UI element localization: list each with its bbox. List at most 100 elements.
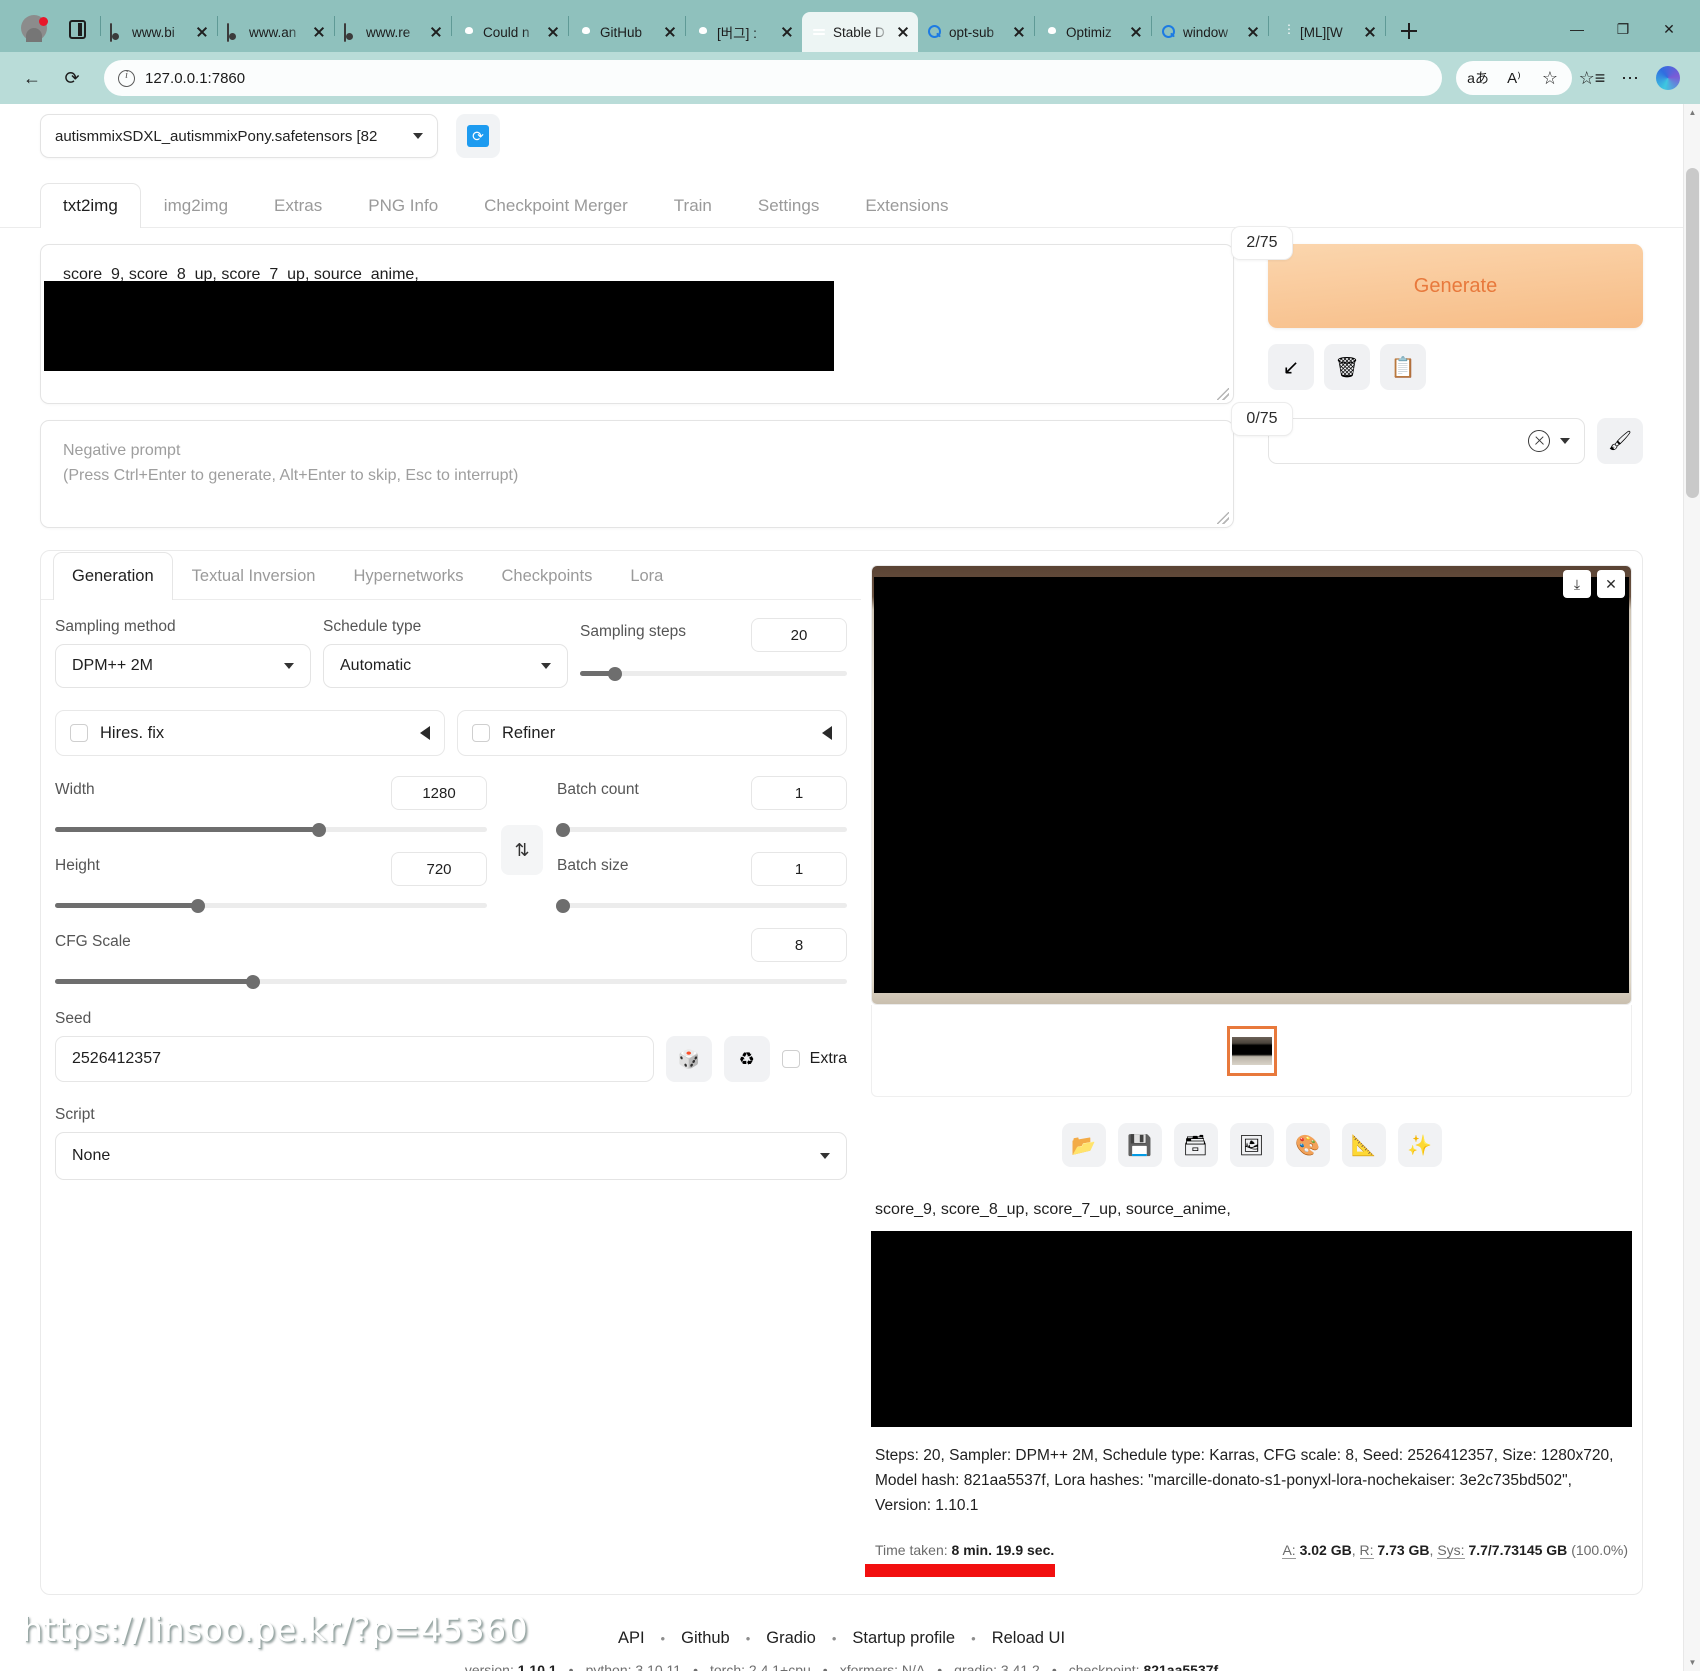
footer-link-github[interactable]: Github <box>681 1629 730 1648</box>
favorite-star-icon[interactable]: ☆ <box>1532 60 1568 96</box>
tab-checkpoint-merger[interactable]: Checkpoint Merger <box>461 183 651 228</box>
extra-checkbox[interactable] <box>781 1050 800 1068</box>
info-icon[interactable] <box>118 69 135 87</box>
batch-size-value[interactable]: 1 <box>751 852 847 886</box>
translate-icon[interactable]: aあ <box>1460 60 1496 96</box>
subtab-textual-inversion[interactable]: Textual Inversion <box>173 552 335 600</box>
tab-img2img[interactable]: img2img <box>141 183 251 228</box>
positive-prompt-box[interactable]: 2/75 score_9, score_8_up, score_7_up, so… <box>40 226 1293 404</box>
footer-link-startup-profile[interactable]: Startup profile <box>852 1629 955 1648</box>
script-select[interactable]: None <box>55 1132 847 1180</box>
sampling-method-select[interactable]: DPM++ 2M <box>55 644 311 688</box>
settings-more-icon[interactable]: ⋯ <box>1612 60 1648 96</box>
thumbnail-selected[interactable] <box>1226 1025 1277 1076</box>
slider-knob[interactable] <box>555 823 570 837</box>
tab-settings[interactable]: Settings <box>735 183 842 228</box>
page-scrollbar[interactable]: ▲ ▼ <box>1683 104 1700 1671</box>
slider-knob[interactable] <box>190 899 205 913</box>
collections-icon[interactable]: ☆≡ <box>1574 60 1610 96</box>
cfg-scale-value[interactable]: 8 <box>751 928 847 962</box>
close-icon[interactable] <box>894 23 912 41</box>
checkpoint-select[interactable]: autismmixSDXL_autismmixPony.safetensors … <box>40 114 438 158</box>
subtab-generation[interactable]: Generation <box>53 552 173 600</box>
close-icon[interactable] <box>661 23 679 41</box>
styles-select[interactable] <box>1268 418 1585 464</box>
address-bar[interactable]: 127.0.0.1:7860 <box>104 60 1442 96</box>
tab-train[interactable]: Train <box>651 183 735 228</box>
seed-input[interactable]: 2526412357 <box>55 1036 654 1082</box>
slider-knob[interactable] <box>607 667 622 681</box>
send-to-img2img-icon[interactable]: 🖼 <box>1229 1123 1274 1167</box>
hires-fix-accordion[interactable]: Hires. fix <box>55 710 445 756</box>
footer-link-reload-ui[interactable]: Reload UI <box>992 1629 1065 1648</box>
browser-tab-6-active[interactable]: Stable D <box>802 12 918 52</box>
clipboard-icon[interactable]: 📋 <box>1380 344 1426 390</box>
close-icon[interactable] <box>193 23 211 41</box>
upscale-icon[interactable]: ✨ <box>1397 1123 1442 1167</box>
cfg-scale-slider[interactable] <box>55 975 847 989</box>
slider-knob[interactable] <box>246 975 260 989</box>
schedule-type-select[interactable]: Automatic <box>323 644 568 688</box>
refiner-accordion[interactable]: Refiner <box>457 710 847 756</box>
chevron-left-icon[interactable] <box>420 726 430 740</box>
close-icon[interactable] <box>1010 23 1028 41</box>
reuse-seed-button[interactable]: ♻ <box>723 1036 770 1082</box>
sampling-steps-slider[interactable] <box>580 667 847 681</box>
profile-button[interactable] <box>14 8 54 48</box>
chevron-left-icon[interactable] <box>822 726 832 740</box>
scroll-up-arrow[interactable]: ▲ <box>1684 104 1700 121</box>
scrollbar-thumb[interactable] <box>1686 168 1699 498</box>
tab-png-info[interactable]: PNG Info <box>345 183 461 228</box>
folder-icon[interactable]: 📂 <box>1061 1123 1106 1167</box>
download-icon[interactable]: ⤓ <box>1563 570 1591 598</box>
negative-prompt-box[interactable]: 0/75 Negative prompt (Press Ctrl+Enter t… <box>40 402 1293 528</box>
send-to-inpaint-icon[interactable]: 🎨 <box>1285 1123 1330 1167</box>
slider-knob[interactable] <box>311 823 326 837</box>
random-seed-button[interactable]: 🎲 <box>665 1036 712 1082</box>
batch-size-slider[interactable] <box>555 899 847 913</box>
browser-tab-10[interactable]: [ML][W <box>1269 12 1385 52</box>
read-aloud-icon[interactable]: A⁾ <box>1496 60 1532 96</box>
new-tab-button[interactable] <box>1392 14 1426 48</box>
apply-style-button[interactable]: 🖌 <box>1597 418 1643 464</box>
browser-tab-1[interactable]: www.an <box>218 12 334 52</box>
close-icon[interactable] <box>427 23 445 41</box>
output-image-frame[interactable]: ⤓ ✕ <box>871 565 1632 1005</box>
height-value[interactable]: 720 <box>391 852 487 886</box>
sampling-steps-value[interactable]: 20 <box>751 618 847 652</box>
refresh-checkpoints-button[interactable]: ⟳ <box>456 114 500 158</box>
close-icon[interactable] <box>778 23 796 41</box>
browser-tab-3[interactable]: Could n <box>452 12 568 52</box>
browser-tab-4[interactable]: GitHub <box>569 12 685 52</box>
swap-dimensions-button[interactable]: ⇅ <box>501 825 543 875</box>
close-icon[interactable] <box>1361 23 1379 41</box>
close-icon[interactable] <box>1244 23 1262 41</box>
hires-fix-checkbox[interactable] <box>70 724 88 742</box>
close-icon[interactable] <box>1127 23 1145 41</box>
browser-tab-0[interactable]: www.bi <box>101 12 217 52</box>
close-icon[interactable]: ✕ <box>1597 570 1625 598</box>
copilot-icon[interactable] <box>1650 60 1686 96</box>
send-to-extras-icon[interactable]: 📐 <box>1341 1123 1386 1167</box>
width-value[interactable]: 1280 <box>391 776 487 810</box>
browser-tab-8[interactable]: Optimiz <box>1035 12 1151 52</box>
tab-extras[interactable]: Extras <box>251 183 345 228</box>
browser-tab-5[interactable]: [버그] : <box>686 12 802 52</box>
resize-handle[interactable] <box>1217 388 1229 400</box>
width-slider[interactable] <box>55 823 487 837</box>
footer-link-api[interactable]: API <box>618 1629 645 1648</box>
height-slider[interactable] <box>55 899 487 913</box>
close-icon[interactable] <box>310 23 328 41</box>
browser-tab-2[interactable]: www.re <box>335 12 451 52</box>
subtab-lora[interactable]: Lora <box>611 552 682 600</box>
save-icon[interactable]: 💾 <box>1117 1123 1162 1167</box>
browser-tab-9[interactable]: window <box>1152 12 1268 52</box>
extra-seed-toggle[interactable]: Extra <box>781 1050 847 1068</box>
scroll-down-arrow[interactable]: ▼ <box>1684 1654 1700 1671</box>
batch-count-slider[interactable] <box>555 823 847 837</box>
maximize-button[interactable]: ❐ <box>1600 12 1646 46</box>
arrow-down-left-icon[interactable]: ↙ <box>1268 344 1314 390</box>
save-zip-icon[interactable]: 🗃 <box>1173 1123 1218 1167</box>
tab-actions-button[interactable] <box>60 12 94 46</box>
clear-icon[interactable] <box>1528 430 1550 452</box>
